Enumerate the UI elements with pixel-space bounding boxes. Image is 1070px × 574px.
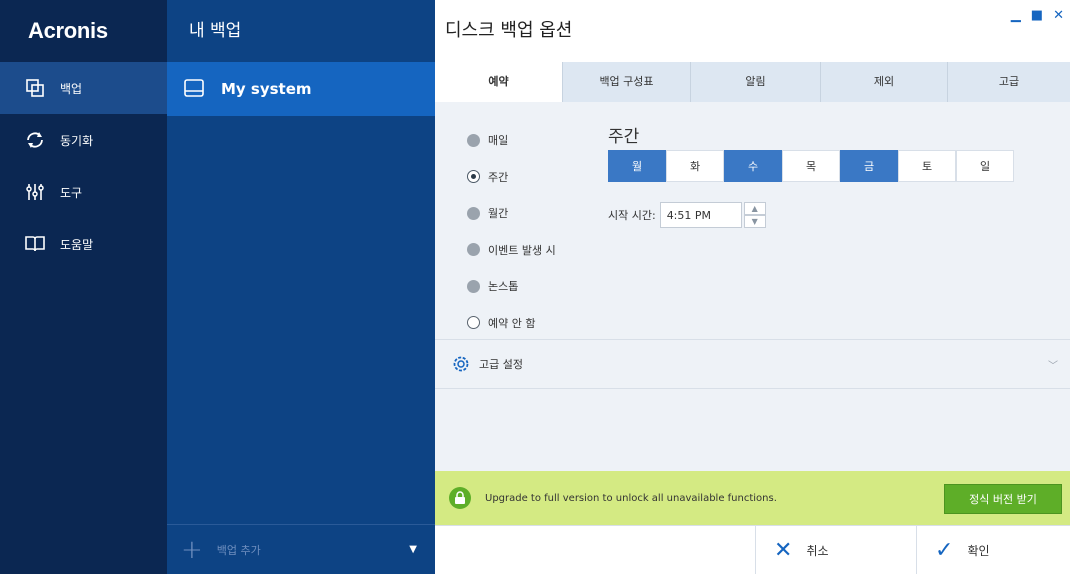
- gear-icon: [451, 354, 471, 374]
- ok-button[interactable]: ✓ 확인: [916, 526, 1070, 574]
- cancel-label: 취소: [806, 544, 829, 558]
- checkmark-icon: ✓: [935, 538, 954, 563]
- radio-no-schedule[interactable]: 예약 안 함: [467, 305, 556, 342]
- nav-item-label: 백업: [60, 81, 83, 96]
- upgrade-banner: Upgrade to full version to unlock all un…: [435, 471, 1070, 525]
- weekday-selector: 월 화 수 목 금 토 일: [608, 150, 1014, 182]
- dialog-title: 디스크 백업 옵션: [445, 20, 573, 41]
- chevron-down-icon: ﹀: [1048, 360, 1058, 372]
- radio-label: 예약 안 함: [488, 316, 536, 330]
- nav-item-help[interactable]: 도움말: [0, 218, 167, 270]
- sync-icon: [24, 129, 46, 151]
- minimize-icon[interactable]: ▁: [1011, 8, 1021, 23]
- add-backup-button[interactable]: + 백업 추가 ▼: [167, 524, 435, 574]
- radio-label: 매일: [488, 134, 509, 148]
- close-icon: ✕: [774, 538, 793, 563]
- spin-up-icon[interactable]: ▲: [743, 202, 766, 215]
- radio-dot: [467, 279, 480, 293]
- radio-monthly[interactable]: 월간: [467, 195, 556, 232]
- start-time-field[interactable]: 4:51 PM: [659, 202, 742, 228]
- radio-weekly[interactable]: 주간: [467, 159, 556, 196]
- nav-item-tools[interactable]: 도구: [0, 166, 167, 218]
- options-tabs: 예약 백업 구성표 알림 제외 고급: [435, 62, 1070, 102]
- ok-label: 확인: [967, 544, 990, 558]
- day-toggle-mon[interactable]: 월: [608, 150, 666, 182]
- weekly-title: 주간: [608, 127, 640, 147]
- day-toggle-sat[interactable]: 토: [898, 150, 956, 182]
- tools-icon: [24, 181, 46, 203]
- nav-item-label: 동기화: [60, 133, 94, 148]
- hard-drive-icon: [183, 78, 205, 100]
- tab-exclusions[interactable]: 제외: [820, 62, 947, 102]
- schedule-panel: 매일 주간 월간 이벤트 발생 시 논스톱 예약 안 함 주간 월 화 수 목 …: [435, 102, 1070, 471]
- upgrade-message: Upgrade to full version to unlock all un…: [485, 492, 777, 504]
- lock-icon: [449, 487, 471, 509]
- tab-backup-scheme[interactable]: 백업 구성표: [562, 62, 690, 102]
- backup-item-label: My system: [221, 80, 312, 98]
- day-toggle-fri[interactable]: 금: [840, 150, 898, 182]
- nav-item-backup[interactable]: 백업: [0, 62, 167, 114]
- close-icon[interactable]: ✕: [1053, 8, 1064, 23]
- nav-item-label: 도구: [60, 185, 83, 200]
- backup-list-title: 내 백업: [189, 21, 242, 41]
- radio-dot: [467, 243, 480, 257]
- day-toggle-sun[interactable]: 일: [956, 150, 1014, 182]
- nav-item-label: 도움말: [60, 237, 94, 252]
- day-toggle-tue[interactable]: 화: [666, 150, 724, 182]
- spin-down-icon[interactable]: ▼: [743, 215, 766, 228]
- nav-item-sync[interactable]: 동기화: [0, 114, 167, 166]
- backup-item-my-system[interactable]: My system: [167, 62, 435, 116]
- radio-label: 논스톱: [488, 280, 519, 294]
- backup-copy-icon: [24, 77, 46, 99]
- backup-list-panel: 내 백업 My system + 백업 추가 ▼: [167, 0, 435, 574]
- radio-nonstop[interactable]: 논스톱: [467, 268, 556, 305]
- book-icon: [24, 233, 46, 255]
- main-nav: Acronis 백업 동기화 도구 도움말: [0, 0, 167, 574]
- plus-icon: +: [181, 534, 203, 565]
- start-time-row: 시작 시간: 4:51 PM ▲ ▼: [608, 202, 766, 228]
- add-backup-label: 백업 추가: [216, 543, 261, 557]
- advanced-settings-toggle[interactable]: 고급 설정 ﹀: [435, 339, 1070, 389]
- radio-label: 이벤트 발생 시: [488, 243, 556, 257]
- radio-label: 주간: [488, 170, 509, 184]
- advanced-settings-label: 고급 설정: [479, 358, 523, 371]
- radio-dot: [467, 133, 480, 147]
- schedule-options: 매일 주간 월간 이벤트 발생 시 논스톱 예약 안 함: [467, 122, 556, 341]
- window-controls: ▁ ■ ✕: [1011, 8, 1064, 23]
- cancel-button[interactable]: ✕ 취소: [755, 526, 916, 574]
- radio-on-event[interactable]: 이벤트 발생 시: [467, 232, 556, 269]
- day-toggle-wed[interactable]: 수: [724, 150, 782, 182]
- brand-logo: Acronis: [28, 18, 108, 43]
- radio-dot: [467, 206, 480, 220]
- tab-notifications[interactable]: 알림: [690, 62, 820, 102]
- disk-backup-options-dialog: 디스크 백업 옵션 ▁ ■ ✕ 예약 백업 구성표 알림 제외 고급 매일 주간…: [435, 0, 1070, 574]
- maximize-icon[interactable]: ■: [1031, 8, 1043, 23]
- tab-schedule[interactable]: 예약: [435, 62, 562, 102]
- radio-label: 월간: [488, 207, 509, 221]
- radio-dot: [467, 170, 480, 184]
- dialog-footer: ✕ 취소 ✓ 확인: [435, 525, 1070, 574]
- tab-advanced[interactable]: 고급: [947, 62, 1070, 102]
- day-toggle-thu[interactable]: 목: [782, 150, 840, 182]
- start-time-label: 시작 시간:: [608, 209, 656, 222]
- time-spinner: ▲ ▼: [743, 202, 766, 228]
- get-full-version-button[interactable]: 정식 버전 받기: [944, 484, 1062, 514]
- radio-daily[interactable]: 매일: [467, 122, 556, 159]
- radio-dot: [467, 316, 480, 330]
- chevron-down-icon[interactable]: ▼: [409, 544, 417, 555]
- acronis-app: Acronis 백업 동기화 도구 도움말 내 백업 My system + 백…: [0, 0, 1070, 574]
